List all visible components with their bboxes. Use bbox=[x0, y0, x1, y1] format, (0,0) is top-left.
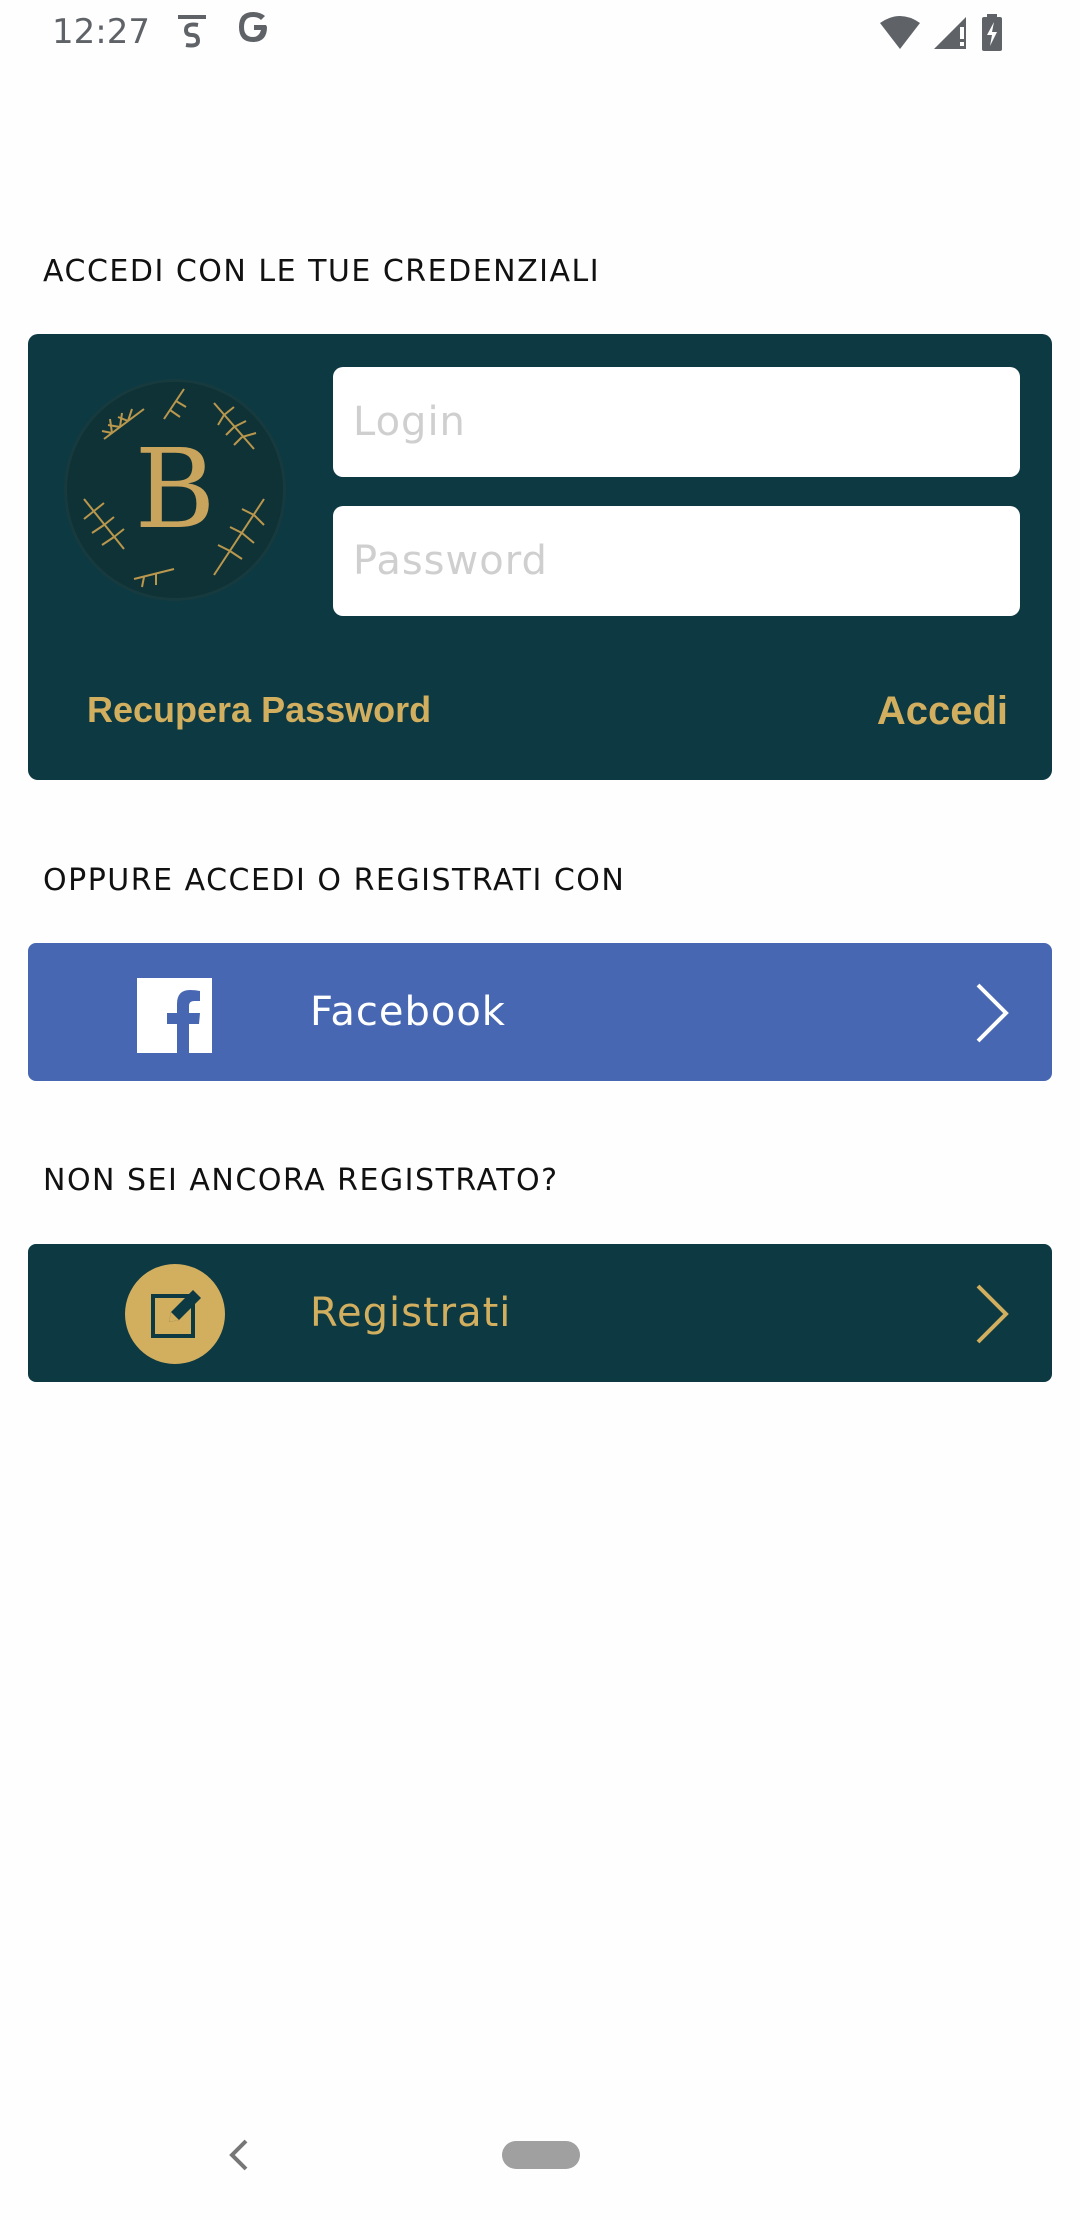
battery-charging-icon bbox=[982, 14, 1002, 51]
chevron-right-icon bbox=[976, 983, 1009, 1043]
status-right-icons bbox=[878, 14, 1006, 52]
social-heading: OPPURE ACCEDI O REGISTRATI CON bbox=[43, 863, 626, 898]
status-time: 12:27 bbox=[52, 12, 150, 52]
login-input[interactable] bbox=[333, 367, 1020, 477]
brand-logo: B bbox=[64, 379, 286, 601]
nav-back-icon[interactable] bbox=[224, 2135, 254, 2175]
recover-password-link[interactable]: Recupera Password bbox=[87, 689, 431, 731]
edit-icon bbox=[125, 1264, 225, 1364]
nav-home-pill[interactable] bbox=[502, 2141, 580, 2169]
login-button[interactable]: Accedi bbox=[877, 689, 1008, 734]
status-bar: 12:27 bbox=[0, 0, 1080, 64]
facebook-label: Facebook bbox=[310, 989, 506, 1035]
signal-icon bbox=[934, 17, 966, 49]
login-card: B Recupera Password Accedi bbox=[28, 334, 1052, 780]
register-label: Registrati bbox=[310, 1290, 512, 1336]
login-heading: ACCEDI CON LE TUE CREDENZIALI bbox=[43, 254, 601, 289]
svg-text:B: B bbox=[135, 425, 216, 553]
register-heading: NON SEI ANCORA REGISTRATO? bbox=[43, 1163, 559, 1198]
facebook-login-button[interactable]: Facebook bbox=[28, 943, 1052, 1081]
s-notification-icon bbox=[177, 15, 206, 49]
google-icon bbox=[236, 9, 272, 55]
password-input[interactable] bbox=[333, 506, 1020, 616]
register-button[interactable]: Registrati bbox=[28, 1244, 1052, 1382]
facebook-icon bbox=[137, 978, 212, 1053]
chevron-right-icon bbox=[976, 1284, 1009, 1344]
wifi-icon bbox=[880, 16, 920, 49]
